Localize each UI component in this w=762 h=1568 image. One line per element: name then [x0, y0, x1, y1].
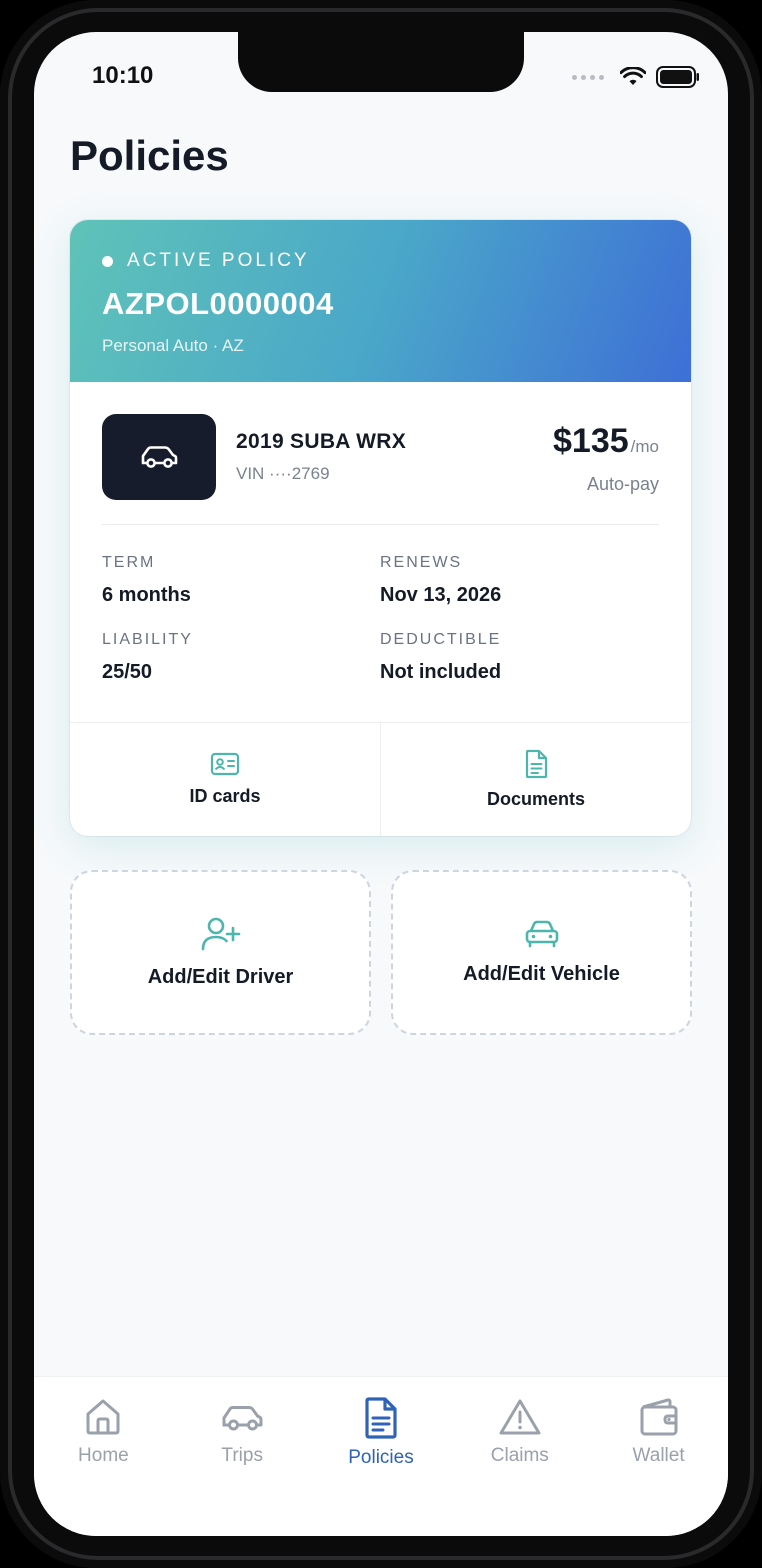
add-user-icon: [201, 917, 240, 951]
policy-status-row: ACTIVE POLICY: [102, 250, 659, 272]
detail-value: 6 months: [102, 584, 191, 606]
notch: [238, 32, 524, 92]
policy-card[interactable]: ACTIVE POLICY AZPOL0000004 Personal Auto…: [70, 220, 691, 836]
battery-icon: [656, 66, 699, 88]
tab-policies[interactable]: Policies: [312, 1377, 451, 1536]
tab-home-label: Home: [78, 1445, 129, 1466]
divider: [102, 524, 659, 525]
policy-status-label: ACTIVE POLICY: [127, 250, 310, 271]
home-icon: [86, 1399, 120, 1435]
wallet-icon: [640, 1398, 678, 1436]
detail-renews: RENEWS Nov 13, 2026: [380, 554, 501, 607]
tab-policies-label: Policies: [348, 1447, 414, 1468]
bottom-tab-bar: Home Trips Policies Claims Wallet: [34, 1376, 728, 1536]
policy-card-header: ACTIVE POLICY AZPOL0000004 Personal Auto…: [70, 220, 691, 382]
premium-price: $135 /mo: [553, 422, 659, 461]
status-dot-icon: [102, 255, 113, 267]
vehicle-thumbnail: [102, 414, 216, 500]
add-edit-vehicle-label: Add/Edit Vehicle: [463, 963, 620, 985]
detail-value: Not included: [380, 661, 502, 683]
id-cards-label: ID cards: [189, 786, 261, 806]
wifi-icon: [620, 67, 646, 85]
payment-method: Auto-pay: [586, 474, 659, 494]
cellular-signal-icon: [572, 74, 604, 80]
documents-label: Documents: [486, 789, 585, 809]
detail-value: 25/50: [102, 661, 153, 683]
vehicle-row: 2019 SUBA WRX VIN ····2769 $135 /mo Auto…: [102, 414, 659, 504]
status-time: 10:10: [92, 62, 154, 89]
tab-wallet[interactable]: Wallet: [589, 1377, 728, 1536]
car-icon: [141, 446, 178, 468]
detail-term: TERM 6 months: [102, 554, 191, 607]
add-edit-vehicle-button[interactable]: Add/Edit Vehicle: [391, 870, 692, 1035]
id-card-icon: [210, 752, 240, 776]
vehicle-vin: VIN ····2769: [236, 464, 330, 483]
vehicle-name: 2019 SUBA WRX: [236, 430, 407, 453]
detail-deductible: DEDUCTIBLE Not included: [380, 631, 501, 684]
add-edit-driver-label: Add/Edit Driver: [147, 966, 294, 988]
detail-value: Nov 13, 2026: [380, 584, 502, 606]
detail-label: DEDUCTIBLE: [380, 631, 502, 648]
warning-icon: [499, 1399, 541, 1435]
car-icon: [222, 1406, 263, 1431]
policy-number: AZPOL0000004: [102, 286, 334, 321]
app-screen: 10:10 Policies ACTIVE POLICY AZPOL000000…: [34, 32, 728, 1536]
document-icon: [525, 749, 548, 779]
policy-subtitle: Personal Auto · AZ: [102, 336, 244, 355]
status-icons: [572, 66, 700, 88]
price-amount: $135: [553, 422, 629, 460]
policy-card-actions: ID cards Documents: [70, 722, 691, 836]
document-icon: [365, 1397, 397, 1439]
page-title: Policies: [70, 132, 229, 179]
detail-label: RENEWS: [380, 554, 463, 571]
documents-button[interactable]: Documents: [380, 723, 691, 836]
add-edit-driver-button[interactable]: Add/Edit Driver: [70, 870, 371, 1035]
detail-liability: LIABILITY 25/50: [102, 631, 193, 684]
tab-wallet-label: Wallet: [632, 1445, 685, 1466]
car-front-icon: [525, 920, 558, 948]
tab-home[interactable]: Home: [34, 1377, 173, 1536]
id-cards-button[interactable]: ID cards: [70, 723, 380, 836]
tab-trips-label: Trips: [221, 1445, 263, 1466]
tab-claims-label: Claims: [490, 1445, 549, 1466]
detail-label: TERM: [102, 554, 156, 571]
detail-label: LIABILITY: [102, 631, 193, 648]
tab-trips[interactable]: Trips: [173, 1377, 312, 1536]
tab-claims[interactable]: Claims: [450, 1377, 589, 1536]
device-frame: 10:10 Policies ACTIVE POLICY AZPOL000000…: [0, 0, 762, 1568]
price-unit: /mo: [630, 437, 659, 456]
